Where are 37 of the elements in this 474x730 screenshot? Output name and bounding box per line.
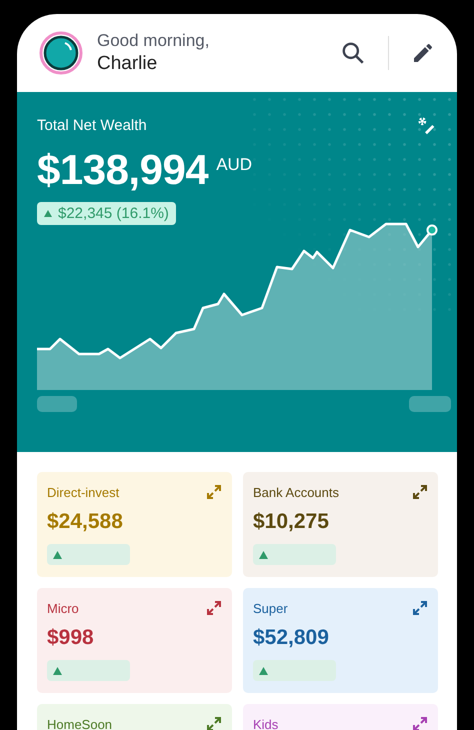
up-triangle-icon (259, 666, 268, 674)
up-triangle-icon (259, 550, 268, 558)
account-label: Bank Accounts (253, 484, 339, 500)
expand-icon[interactable] (412, 600, 428, 616)
panel-title: Total Net Wealth (37, 116, 147, 134)
up-triangle-icon (53, 550, 62, 558)
account-card[interactable]: Super $52,809 (243, 588, 438, 693)
pencil-icon[interactable] (411, 41, 435, 65)
account-amount: $24,588 (47, 510, 123, 534)
expand-icon[interactable] (206, 716, 222, 730)
greeting-text: Good morning, (97, 31, 210, 51)
currency-label: AUD (216, 155, 252, 175)
up-triangle-icon (53, 666, 62, 674)
range-handle[interactable] (37, 396, 77, 412)
user-name: Charlie (97, 53, 158, 75)
account-label: Micro (47, 600, 79, 616)
account-label: Kids (253, 716, 278, 730)
account-amount: $52,809 (253, 626, 329, 650)
expand-icon[interactable] (206, 600, 222, 616)
net-wealth-amount: $138,994 (37, 146, 208, 194)
account-card[interactable]: Direct-invest $24,588 (37, 472, 232, 577)
expand-icon[interactable] (412, 716, 428, 730)
account-card[interactable]: Kids (243, 704, 438, 730)
search-icon[interactable] (340, 40, 366, 66)
account-card[interactable]: Micro $998 (37, 588, 232, 693)
range-handle[interactable] (409, 396, 451, 412)
change-badge: $22,345 (16.1%) (37, 202, 176, 225)
account-label: Super (253, 600, 288, 616)
avatar-icon[interactable] (39, 31, 83, 75)
account-amount: $998 (47, 626, 94, 650)
account-card[interactable]: Bank Accounts $10,275 (243, 472, 438, 577)
expand-icon[interactable] (412, 484, 428, 500)
account-amount: $10,275 (253, 510, 329, 534)
account-label: HomeSoon (47, 716, 112, 730)
expand-icon[interactable] (206, 484, 222, 500)
account-label: Direct-invest (47, 484, 120, 500)
account-card[interactable]: HomeSoon (37, 704, 232, 730)
